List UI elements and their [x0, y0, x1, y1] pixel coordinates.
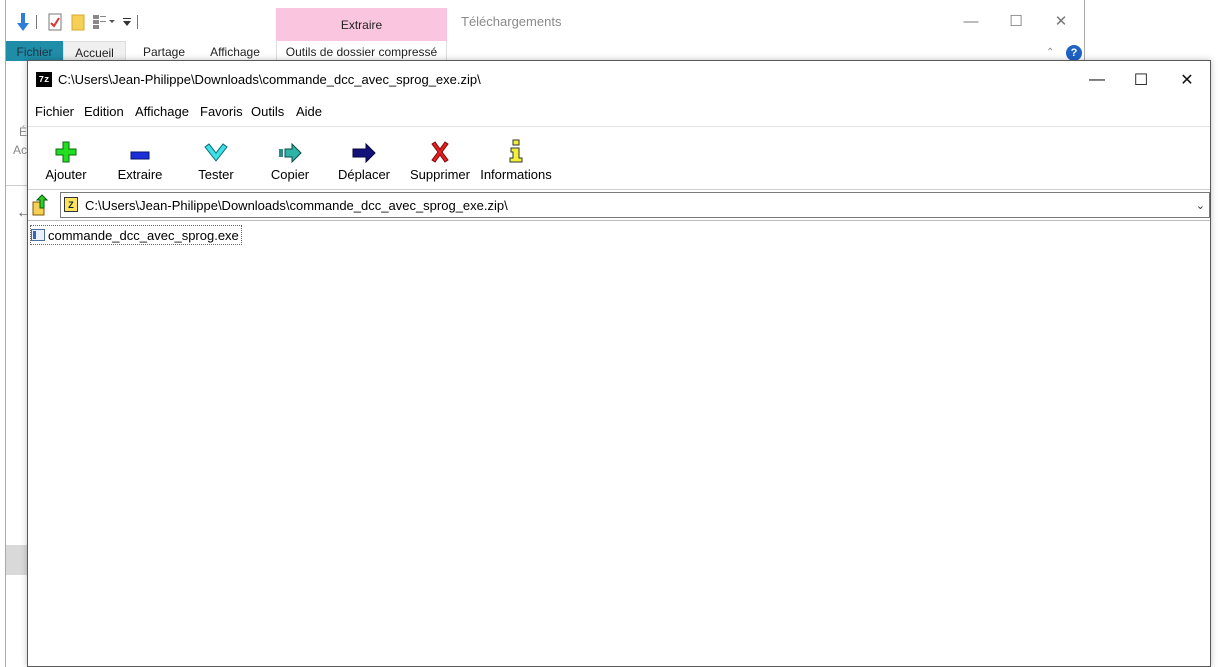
up-folder-icon	[32, 194, 49, 216]
separator	[137, 15, 138, 29]
move-button-label: Déplacer	[337, 167, 391, 182]
ribbon-tab-accueil[interactable]: Accueil	[63, 41, 126, 61]
delete-button-label: Supprimer	[410, 167, 470, 182]
minus-icon	[130, 151, 150, 160]
zip-window: 7z C:\Users\Jean-Philippe\Downloads\comm…	[27, 60, 1211, 667]
down-arrow-icon[interactable]	[14, 12, 32, 32]
ribbon-tab-partage[interactable]: Partage	[134, 41, 194, 61]
menu-affichage[interactable]: Affichage	[135, 104, 189, 119]
move-button[interactable]: Déplacer	[336, 127, 392, 189]
file-name: commande_dcc_avec_sprog.exe	[48, 227, 239, 243]
file-list[interactable]: commande_dcc_avec_sprog.exe	[28, 221, 1210, 666]
delete-x-icon	[431, 141, 449, 163]
customize-toolbar-icon[interactable]	[121, 12, 133, 32]
chevron-down-icon[interactable]: ⌄	[1196, 199, 1205, 212]
help-icon[interactable]: ?	[1066, 45, 1082, 61]
7zip-app-icon: 7z	[36, 72, 52, 87]
test-button[interactable]: Tester	[188, 127, 244, 189]
info-icon	[509, 139, 523, 163]
move-arrow-icon	[352, 143, 376, 163]
toolbar: Ajouter Extraire Tester Copier Déplacer …	[28, 126, 1210, 190]
menu-favoris[interactable]: Favoris	[200, 104, 243, 119]
explorer-close-button[interactable]: ✕	[1046, 10, 1076, 32]
info-button-label: Informations	[480, 167, 552, 182]
menu-edition[interactable]: Edition	[84, 104, 124, 119]
new-folder-icon[interactable]	[69, 12, 87, 32]
ribbon-partial-label: É	[19, 125, 28, 139]
zip-archive-icon: Z	[64, 197, 78, 212]
menu-bar: Fichier Edition Affichage Favoris Outils…	[28, 99, 1210, 125]
close-button[interactable]: ✕	[1164, 67, 1210, 93]
add-button-label: Ajouter	[45, 167, 87, 182]
zip-titlebar[interactable]: 7z C:\Users\Jean-Philippe\Downloads\comm…	[28, 61, 1210, 99]
copy-button-label: Copier	[270, 167, 310, 182]
add-button[interactable]: Ajouter	[38, 127, 94, 189]
ribbon-collapse-icon[interactable]: ⌃	[1046, 47, 1054, 58]
address-text: C:\Users\Jean-Philippe\Downloads\command…	[85, 198, 508, 213]
copy-arrow-icon	[279, 143, 302, 163]
window-title: C:\Users\Jean-Philippe\Downloads\command…	[58, 72, 481, 87]
divider	[6, 185, 28, 186]
context-tab-extraire[interactable]: Extraire	[276, 8, 447, 41]
plus-icon	[55, 141, 77, 163]
ribbon-partial-label: Ac	[13, 143, 28, 157]
separator	[36, 15, 37, 29]
nav-pane-selection	[6, 545, 28, 575]
explorer-maximize-button[interactable]: ☐	[1001, 10, 1031, 32]
explorer-ribbon-tabs: Fichier Accueil Partage Affichage	[6, 41, 1086, 61]
exe-file-icon	[31, 229, 45, 241]
view-options-icon[interactable]	[91, 12, 119, 32]
explorer-left-strip: É Ac ←	[6, 61, 32, 667]
properties-check-icon[interactable]	[46, 12, 64, 32]
menu-fichier[interactable]: Fichier	[35, 104, 74, 119]
ribbon-tab-affichage[interactable]: Affichage	[202, 41, 268, 61]
check-icon	[204, 143, 228, 162]
minimize-button[interactable]: —	[1074, 67, 1120, 93]
menu-outils[interactable]: Outils	[251, 104, 284, 119]
extract-button[interactable]: Extraire	[112, 127, 168, 189]
copy-button[interactable]: Copier	[262, 127, 318, 189]
list-item[interactable]: commande_dcc_avec_sprog.exe	[30, 225, 242, 245]
delete-button[interactable]: Supprimer	[408, 127, 472, 189]
explorer-minimize-button[interactable]: —	[956, 10, 986, 32]
address-bar: Z C:\Users\Jean-Philippe\Downloads\comma…	[28, 190, 1210, 221]
info-button[interactable]: Informations	[480, 127, 552, 189]
up-folder-button[interactable]	[30, 193, 52, 217]
maximize-button[interactable]: ☐	[1118, 67, 1164, 93]
explorer-title: Téléchargements	[461, 14, 562, 29]
ribbon-tab-fichier[interactable]: Fichier	[6, 41, 63, 61]
extract-button-label: Extraire	[117, 167, 163, 182]
test-button-label: Tester	[198, 167, 234, 182]
menu-aide[interactable]: Aide	[296, 104, 322, 119]
address-input[interactable]: Z C:\Users\Jean-Philippe\Downloads\comma…	[60, 192, 1210, 218]
